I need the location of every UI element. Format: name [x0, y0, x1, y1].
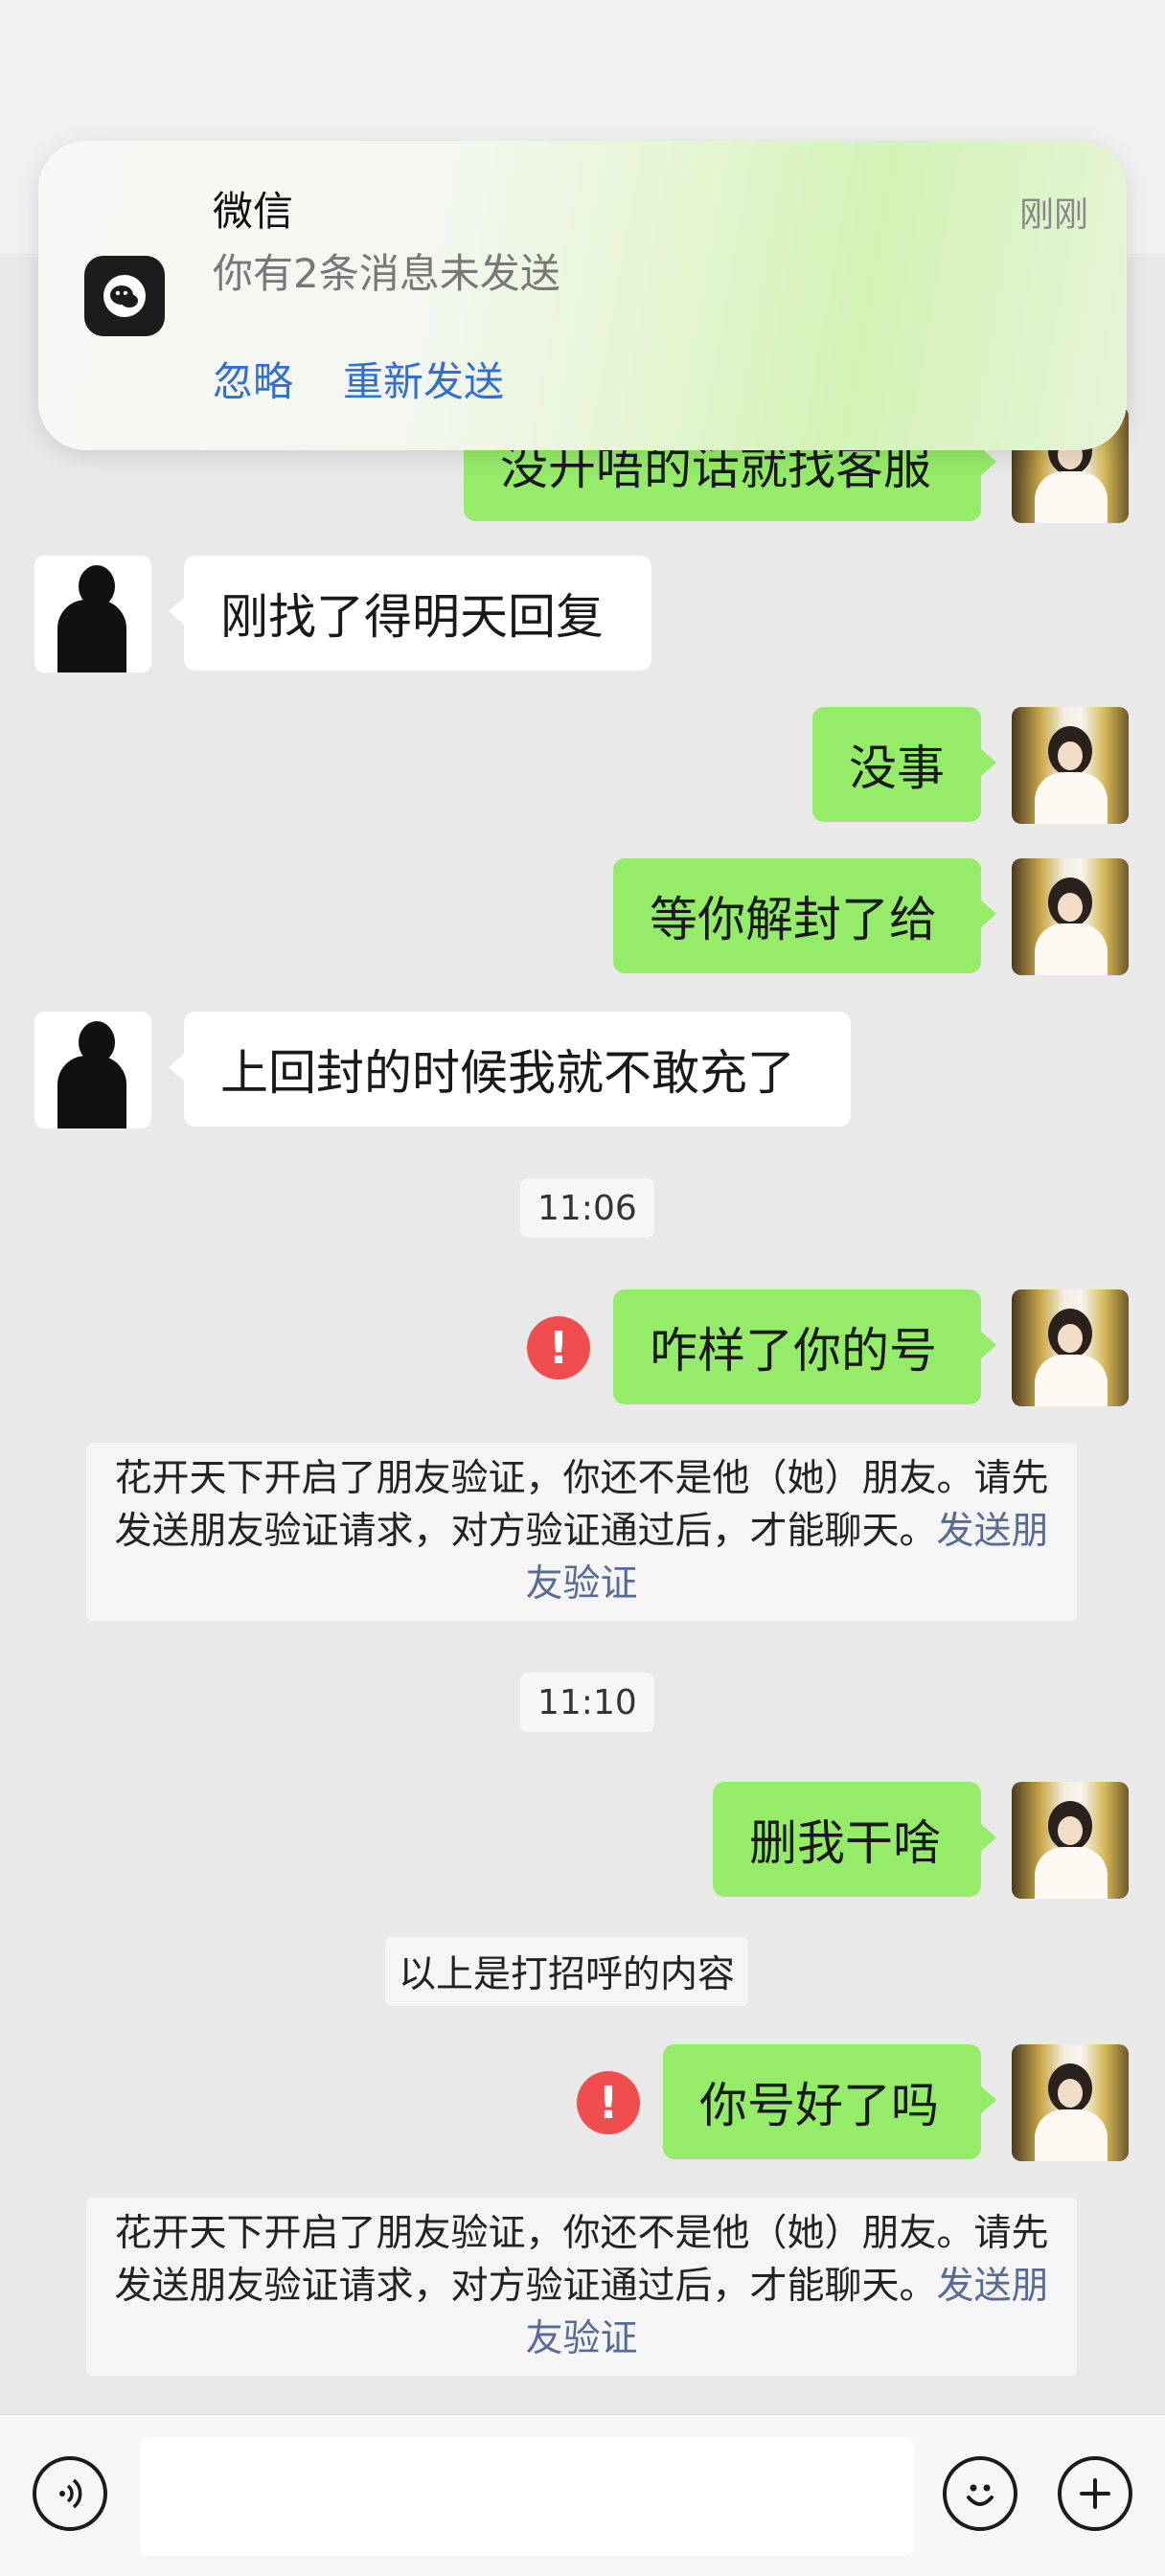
message-bubble-received[interactable]: 上回封的时候我就不敢充了: [169, 1012, 851, 1127]
my-avatar[interactable]: [1012, 1289, 1129, 1406]
timestamp: 11:10: [520, 1673, 654, 1732]
input-bar: [0, 2414, 1165, 2576]
my-avatar[interactable]: [1012, 1782, 1129, 1899]
message-bubble-sent[interactable]: 删我干啥: [713, 1782, 996, 1897]
my-avatar[interactable]: [1012, 2044, 1129, 2161]
system-notice-text: 花开天下开启了朋友验证，你还不是他（她）朋友。请先发送朋友验证请求，对方验证通过…: [114, 1457, 1049, 1553]
greeting-hint-text: 以上是打招呼的内容: [399, 1953, 736, 1996]
message-bubble-sent[interactable]: 没事: [812, 707, 996, 822]
notification-text: 你有2条消息未发送: [213, 250, 560, 297]
my-avatar[interactable]: [1012, 707, 1129, 824]
message-text: 咋样了你的号: [650, 1323, 937, 1379]
resend-button[interactable]: 重新发送: [343, 350, 504, 408]
message-bubble-received[interactable]: 刚找了得明天回复: [169, 556, 651, 671]
emoji-icon[interactable]: [943, 2456, 1017, 2531]
contact-avatar[interactable]: [34, 556, 151, 672]
message-bubble-sent[interactable]: 等你解封了给: [613, 858, 996, 973]
message-text: 没事: [849, 741, 945, 796]
my-avatar[interactable]: [1012, 858, 1129, 975]
system-notice: 花开天下开启了朋友验证，你还不是他（她）朋友。请先发送朋友验证请求，对方验证通过…: [86, 1443, 1077, 1621]
notification-banner[interactable]: 微信 刚刚 你有2条消息未发送 忽略 重新发送: [38, 141, 1127, 450]
voice-icon[interactable]: [33, 2456, 107, 2531]
message-input[interactable]: [140, 2438, 914, 2555]
plus-icon[interactable]: [1058, 2456, 1132, 2531]
notification-app-name: 微信: [213, 188, 294, 235]
message-text: 你号好了吗: [699, 2078, 939, 2133]
greeting-hint: 以上是打招呼的内容: [385, 1937, 749, 2006]
timestamp-text: 11:06: [537, 1188, 637, 1228]
system-notice: 花开天下开启了朋友验证，你还不是他（她）朋友。请先发送朋友验证请求，对方验证通过…: [86, 2198, 1077, 2376]
notification-time: 刚刚: [1018, 195, 1088, 235]
message-text: 上回封的时候我就不敢充了: [220, 1045, 795, 1101]
wechat-icon: [84, 256, 165, 336]
message-bubble-sent[interactable]: 咋样了你的号: [613, 1289, 996, 1404]
timestamp: 11:06: [520, 1178, 654, 1238]
timestamp-text: 11:10: [537, 1682, 637, 1722]
message-text: 等你解封了给: [650, 892, 937, 947]
ignore-button[interactable]: 忽略: [213, 350, 293, 408]
send-failed-icon[interactable]: !: [577, 2071, 640, 2134]
message-text: 删我干啥: [749, 1815, 941, 1871]
error-mark: !: [548, 1322, 569, 1374]
message-text: 刚找了得明天回复: [220, 589, 604, 645]
contact-avatar[interactable]: [34, 1012, 151, 1128]
system-notice-text: 花开天下开启了朋友验证，你还不是他（她）朋友。请先发送朋友验证请求，对方验证通过…: [114, 2212, 1049, 2308]
send-failed-icon[interactable]: !: [527, 1316, 590, 1379]
message-bubble-sent[interactable]: 你号好了吗: [663, 2044, 996, 2159]
error-mark: !: [598, 2077, 619, 2129]
